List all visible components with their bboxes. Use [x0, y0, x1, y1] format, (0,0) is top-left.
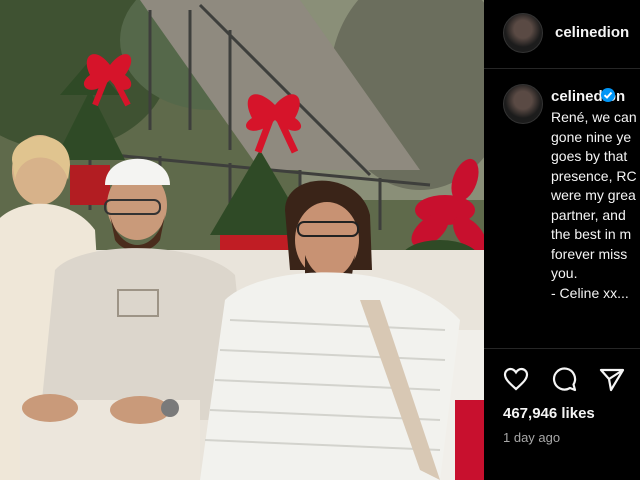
- caption-line: goes by that: [551, 148, 628, 164]
- caption-line: you.: [551, 265, 578, 281]
- header-username[interactable]: celinedion: [555, 24, 629, 41]
- post-photo-illustration: [0, 0, 484, 480]
- caption-line: forever miss: [551, 245, 628, 262]
- likes-count[interactable]: 467,946 likes: [503, 405, 595, 422]
- caption-line: René, we can: [551, 109, 637, 125]
- caption-line: - Celine xx...: [551, 284, 629, 301]
- post-image[interactable]: [0, 0, 484, 480]
- heart-icon[interactable]: [502, 365, 530, 393]
- caption-line: presence, RC: [551, 167, 637, 184]
- share-icon[interactable]: [598, 365, 626, 393]
- caption-text: René, we can gone nine ye goes by that pres…: [551, 108, 640, 303]
- caption-line: the best in m: [551, 226, 632, 242]
- verified-badge-icon: [601, 88, 615, 102]
- caption-avatar[interactable]: [503, 84, 543, 124]
- caption-line: were my grea: [551, 187, 636, 203]
- post-header: celinedion: [484, 0, 640, 69]
- caption-line: partner, and: [551, 206, 626, 223]
- comment-icon[interactable]: [550, 365, 578, 393]
- avatar[interactable]: [503, 13, 543, 53]
- post-date[interactable]: 1 day ago: [503, 430, 560, 445]
- caption-line: gone nine ye: [551, 128, 632, 145]
- post-sidebar: celinedion celinedion René, we can gone n…: [484, 0, 640, 480]
